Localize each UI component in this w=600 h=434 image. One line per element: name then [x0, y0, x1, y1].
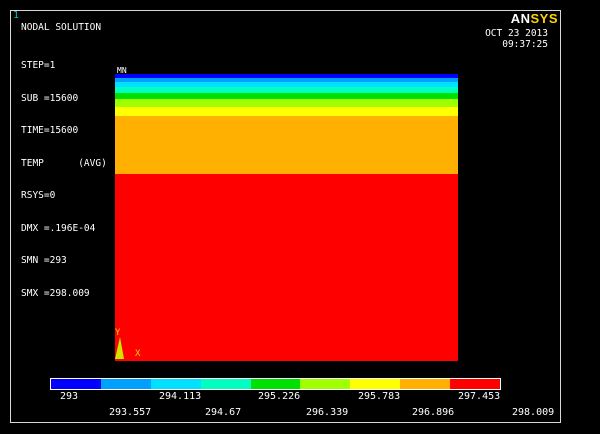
contour-plot — [115, 74, 458, 361]
graphics-viewport[interactable]: 1 NODAL SOLUTION STEP=1 SUB =15600 TIME=… — [10, 10, 561, 423]
legend-swatch — [350, 379, 401, 389]
triad-z-label: X — [117, 349, 123, 359]
info-temp: TEMP (AVG) — [21, 157, 107, 169]
triad-x-label: X — [135, 349, 141, 359]
legend-value: 297.453 — [458, 391, 501, 402]
legend-value: 293.557 — [109, 407, 152, 418]
legend-swatch — [51, 379, 101, 389]
band-yellowgreen — [115, 99, 458, 107]
info-time: TIME=15600 — [21, 125, 79, 136]
info-smx: SMX =298.009 — [21, 287, 90, 299]
info-rsys: RSYS=0 — [21, 190, 56, 201]
legend-value: 294.113 — [159, 391, 202, 402]
legend-swatch — [300, 379, 351, 389]
legend-value: 293 — [60, 391, 79, 402]
band-orange — [115, 116, 458, 174]
ansys-logo: ANSYS — [510, 11, 558, 26]
info-sub: SUB =15600 — [21, 92, 79, 104]
legend-swatch — [400, 379, 451, 389]
plot-date: OCT 23 2013 — [485, 28, 548, 39]
legend-value: 295.226 — [258, 391, 301, 402]
legend-value: 298.009 — [512, 407, 555, 418]
legend-swatch — [450, 379, 501, 389]
triad-y-label: Y — [115, 328, 121, 338]
plot-title: NODAL SOLUTION — [21, 22, 102, 33]
info-smn: SMN =293 — [21, 255, 67, 266]
contour-legend — [50, 378, 501, 390]
legend-value: 294.67 — [205, 407, 242, 418]
legend-swatch — [100, 379, 151, 389]
legend-swatch — [250, 379, 301, 389]
legend-value: 296.896 — [412, 407, 455, 418]
legend-swatch — [150, 379, 201, 389]
info-dmx: DMX =.196E-04 — [21, 222, 96, 234]
legend-value: 296.339 — [306, 407, 349, 418]
info-step: STEP=1 — [21, 60, 56, 71]
plot-time: 09:37:25 — [502, 39, 548, 50]
band-red — [115, 174, 458, 361]
legend-value: 295.783 — [358, 391, 401, 402]
solution-info: STEP=1 SUB =15600 TIME=15600 TEMP (AVG) … — [21, 38, 107, 320]
window-number: 1 — [13, 10, 20, 21]
band-yellow — [115, 107, 458, 116]
legend-swatch — [200, 379, 251, 389]
